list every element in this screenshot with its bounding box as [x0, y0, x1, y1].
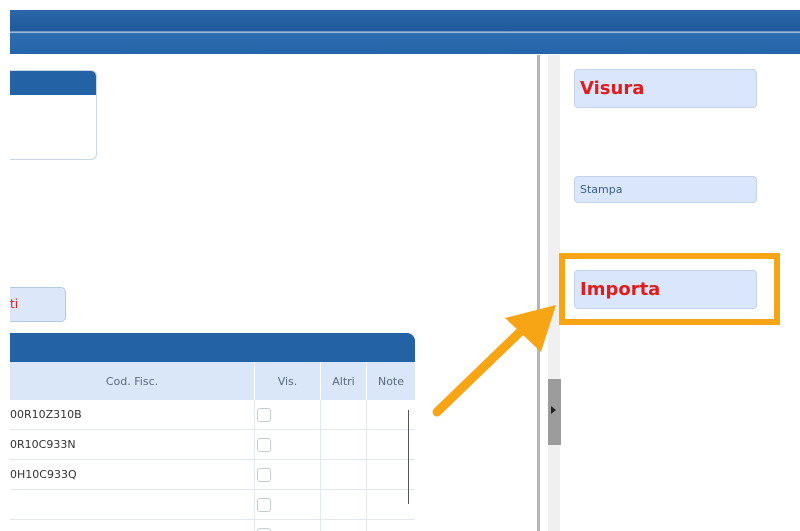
triangle-right-icon[interactable] [551, 406, 556, 414]
column-header-vis[interactable]: Vis. [255, 362, 321, 400]
grid-rows: 00R10Z310B 0R10C933N 0H10C933Q [10, 400, 415, 531]
column-header-note[interactable]: Note [367, 362, 415, 400]
cell-altri [321, 490, 367, 519]
cell-cod-fisc: 0H10C933Q [10, 460, 255, 489]
table-row[interactable]: 0H10C933Q [10, 460, 415, 490]
column-header-altri[interactable]: Altri [321, 362, 367, 400]
vis-checkbox[interactable] [257, 437, 271, 452]
table-row[interactable]: 0R10C933N [10, 430, 415, 460]
cell-cod-fisc: 00R10Z310B [10, 400, 255, 429]
cell-vis [255, 520, 321, 531]
grid-column-headers: Cod. Fisc. Vis. Altri Note [10, 362, 415, 400]
cell-altri [321, 400, 367, 429]
table-row[interactable] [10, 520, 415, 531]
column-header-cod-fisc[interactable]: Cod. Fisc. [10, 362, 255, 400]
grid-scrollbar[interactable] [408, 410, 409, 504]
cell-altri [321, 520, 367, 531]
visura-button[interactable]: Visura [574, 69, 757, 108]
cell-vis [255, 490, 321, 519]
window-title-bar [10, 10, 800, 54]
vis-checkbox[interactable] [257, 407, 271, 422]
cell-vis [255, 430, 321, 459]
top-left-panel [10, 70, 97, 160]
table-row[interactable] [10, 490, 415, 520]
cell-vis [255, 460, 321, 489]
grid-header-bar [10, 333, 415, 362]
vis-checkbox[interactable] [257, 497, 271, 512]
cell-cod-fisc [10, 520, 255, 531]
cell-cod-fisc: 0R10C933N [10, 430, 255, 459]
panel-divider [537, 55, 540, 531]
partial-action-button[interactable]: ti [10, 287, 66, 322]
cell-altri [321, 460, 367, 489]
stampa-button[interactable]: Stampa [574, 176, 757, 203]
vis-checkbox[interactable] [257, 467, 271, 482]
importa-highlight-box [559, 253, 780, 325]
data-grid: Cod. Fisc. Vis. Altri Note 00R10Z310B 0R… [10, 333, 415, 531]
cell-vis [255, 400, 321, 429]
cell-cod-fisc [10, 490, 255, 519]
table-row[interactable]: 00R10Z310B [10, 400, 415, 430]
cell-note [367, 520, 415, 531]
top-left-panel-header [10, 71, 96, 95]
cell-altri [321, 430, 367, 459]
vis-checkbox[interactable] [257, 527, 271, 531]
